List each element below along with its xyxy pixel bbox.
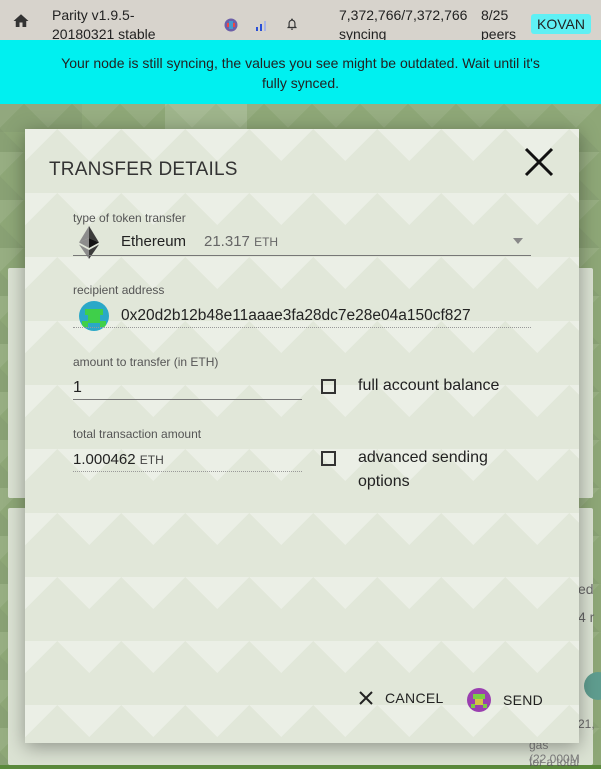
home-icon[interactable] <box>12 12 30 30</box>
amount-label: amount to transfer (in ETH) <box>73 355 219 369</box>
token-type-label: type of token transfer <box>73 211 186 225</box>
sync-blocks: 7,372,766/7,372,766 <box>339 7 468 23</box>
total-label: total transaction amount <box>73 427 202 441</box>
chain-badge: KOVAN <box>531 14 591 34</box>
advanced-options-label[interactable]: advanced sending options <box>358 446 488 494</box>
total-amount-unit: ETH <box>139 453 164 467</box>
recipient-input-underline <box>73 327 531 328</box>
cancel-button[interactable]: CANCEL <box>359 690 444 706</box>
full-balance-checkbox[interactable] <box>321 379 336 394</box>
amount-input-underline <box>73 399 302 400</box>
token-type-select[interactable] <box>73 255 531 256</box>
advanced-options-line: options <box>358 473 410 490</box>
advanced-options-line: advanced sending <box>358 449 488 466</box>
peers-count: 8/25 <box>481 7 509 23</box>
token-balance-value: 21.317 <box>204 233 250 250</box>
full-balance-label[interactable]: full account balance <box>358 374 499 398</box>
token-name: Ethereum <box>121 233 187 250</box>
cancel-label: CANCEL <box>385 690 444 706</box>
close-icon <box>359 691 373 705</box>
chevron-down-icon[interactable] <box>513 238 523 244</box>
token-balance-unit: ETH <box>254 235 279 249</box>
token-balance: 21.317 ETH <box>204 233 278 250</box>
sync-warning-banner: Your node is still syncing, the values y… <box>0 40 601 104</box>
recipient-label: recipient address <box>73 283 165 297</box>
status-bar: Parity v1.9.5- 20180321 stable 7,372,766… <box>0 0 601 42</box>
advanced-options-checkbox[interactable] <box>321 451 336 466</box>
close-icon[interactable] <box>522 145 556 179</box>
total-amount: 1.000462 ETH <box>73 451 164 468</box>
amount-input[interactable]: 1 <box>73 379 82 397</box>
bell-icon[interactable] <box>285 16 299 32</box>
send-label: SEND <box>503 692 544 708</box>
peers-status: 8/25 peers <box>481 6 516 44</box>
send-button[interactable]: SEND <box>467 688 543 712</box>
version-line: Parity v1.9.5- <box>52 7 135 23</box>
recipient-address[interactable]: 0x20d2b12b48e11aaae3fa28dc7e28e04a150cf8… <box>121 307 471 325</box>
transfer-modal: TRANSFER DETAILS type of token transfer … <box>25 129 579 743</box>
modal-title: TRANSFER DETAILS <box>49 159 238 180</box>
total-amount-value: 1.000462 <box>73 451 136 468</box>
signer-icon[interactable] <box>224 18 238 32</box>
total-amount-underline <box>73 471 302 472</box>
version-info: Parity v1.9.5- 20180321 stable <box>52 6 156 44</box>
signal-icon <box>256 21 266 31</box>
sync-status: 7,372,766/7,372,766 syncing <box>339 6 467 44</box>
sender-identicon <box>467 688 491 712</box>
